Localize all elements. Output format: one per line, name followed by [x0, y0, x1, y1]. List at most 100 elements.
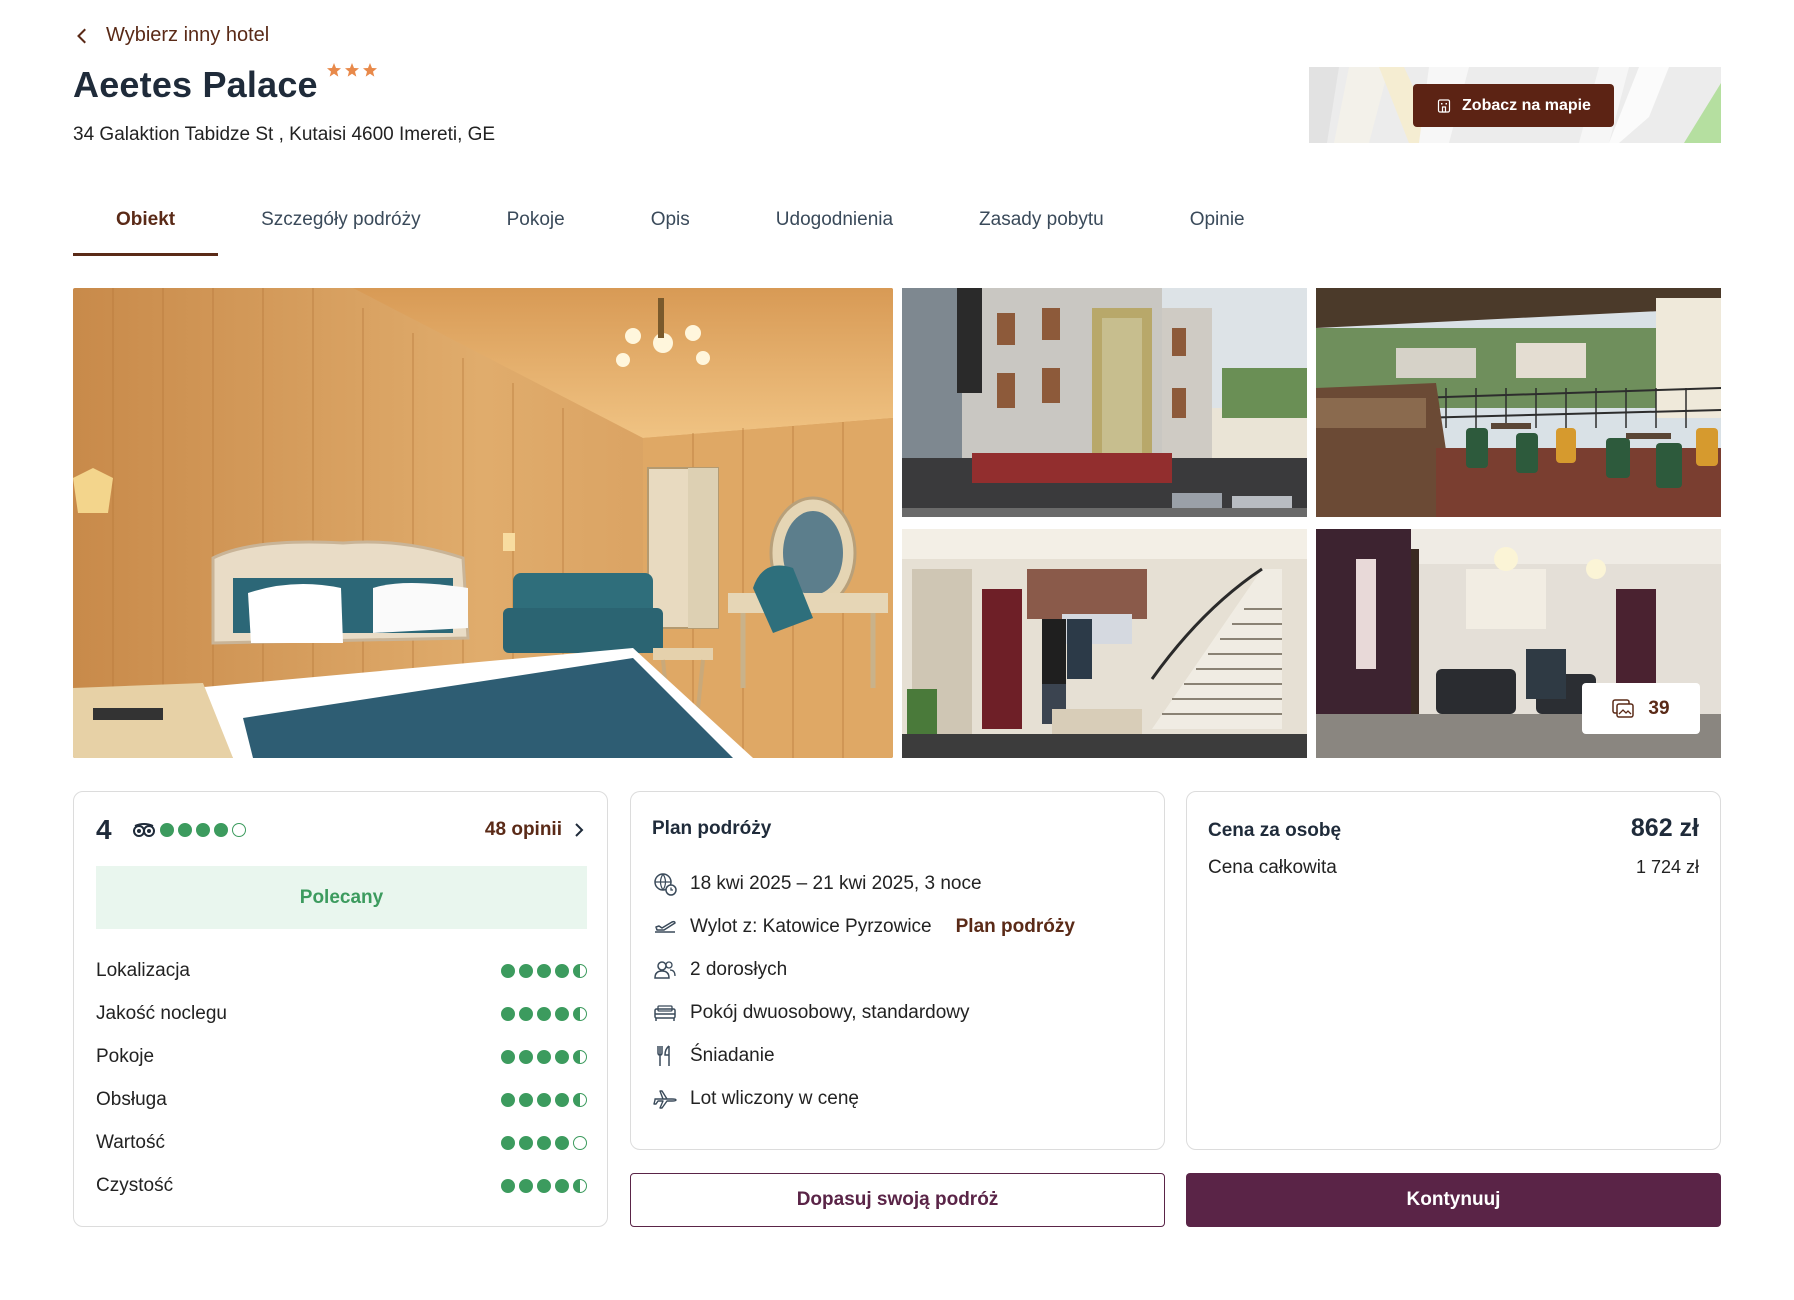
- tab-udogodnienia[interactable]: Udogodnienia: [733, 196, 936, 256]
- rating-dot: [519, 963, 533, 978]
- tripadvisor-owl-icon: [133, 823, 155, 837]
- tab-pokoje[interactable]: Pokoje: [464, 196, 608, 256]
- rating-category-label: Czystość: [96, 1174, 174, 1196]
- rating-row: Czystość: [96, 1164, 587, 1207]
- tab-zasady-pobytu[interactable]: Zasady pobytu: [936, 196, 1147, 256]
- tab-szczegoly-podrozy[interactable]: Szczegóły podróży: [218, 196, 463, 256]
- hotel-exterior-image: [902, 288, 1307, 517]
- rating-category-dots: [501, 1092, 587, 1107]
- calendar-globe-icon: [654, 872, 677, 896]
- bed-icon: [654, 1004, 676, 1021]
- price-per-person-label: Cena za osobę: [1208, 820, 1342, 841]
- recommended-badge: Polecany: [96, 866, 587, 929]
- plan-dates: 18 kwi 2025 – 21 kwi 2025, 3 noce: [690, 872, 982, 894]
- rating-dot: [555, 1178, 569, 1193]
- rating-dot: [537, 1178, 551, 1193]
- plan-item-board: Śniadanie: [652, 1034, 1075, 1077]
- rating-categories: Lokalizacja Jakość noclegu Pokoje Obsługa Wa…: [96, 949, 587, 1207]
- rating-row: Obsługa: [96, 1078, 587, 1121]
- rating-dot: [501, 963, 515, 978]
- rating-dot: [519, 1049, 533, 1064]
- rating-summary: 4 48 opinii: [96, 814, 586, 846]
- plan-list: 18 kwi 2025 – 21 kwi 2025, 3 noce Wylot …: [652, 862, 1075, 1120]
- star-icon: [326, 63, 341, 77]
- cutlery-icon: [657, 1044, 670, 1066]
- rating-dot: [214, 823, 228, 837]
- rating-dot: [232, 823, 246, 837]
- rating-category-dots: [501, 1049, 587, 1064]
- rating-dot: [555, 1135, 569, 1150]
- plan-item-room: Pokój dwuosobowy, standardowy: [652, 991, 1075, 1034]
- back-link-label: Wybierz inny hotel: [106, 24, 270, 46]
- rating-dot: [573, 1092, 587, 1107]
- rating-dot: [501, 1092, 515, 1107]
- plane-icon: [653, 1089, 677, 1109]
- rating-dot: [573, 963, 587, 978]
- building-icon: [1437, 98, 1451, 113]
- photo-count-button[interactable]: 39: [1582, 683, 1700, 734]
- rating-dot: [573, 1135, 587, 1150]
- main-photo-bedroom[interactable]: [73, 288, 893, 758]
- rating-dot: [501, 1049, 515, 1064]
- tab-obiekt[interactable]: Obiekt: [73, 196, 219, 256]
- rating-dot: [519, 1092, 533, 1107]
- trip-plan-card: Plan podróży 18 kwi 2025 – 21 kwi 2025, …: [630, 791, 1165, 1150]
- plan-flight-included: Lot wliczony w cenę: [690, 1087, 859, 1109]
- hotel-title-row: Aeetes Palace: [73, 63, 378, 106]
- tab-opis[interactable]: Opis: [608, 196, 733, 256]
- rating-category-dots: [501, 1006, 587, 1021]
- rating-row: Wartość: [96, 1121, 587, 1164]
- photo-exterior[interactable]: [902, 288, 1307, 517]
- rating-dot: [501, 1178, 515, 1193]
- plan-item-flight: Lot wliczony w cenę: [652, 1077, 1075, 1120]
- price-total-row: Cena całkowita 1 724 zł: [1208, 857, 1699, 879]
- chevron-right-icon: [575, 823, 584, 837]
- rating-category-dots: [501, 963, 587, 978]
- rating-category-label: Pokoje: [96, 1045, 155, 1067]
- rating-dot: [501, 1006, 515, 1021]
- rating-category-label: Wartość: [96, 1131, 165, 1153]
- photo-terrace[interactable]: [1316, 288, 1721, 517]
- rating-dot: [537, 1006, 551, 1021]
- photo-lobby[interactable]: 39: [1316, 529, 1721, 758]
- rating-dot: [537, 963, 551, 978]
- plan-item-dates: 18 kwi 2025 – 21 kwi 2025, 3 noce: [652, 862, 1075, 905]
- map-button[interactable]: Zobacz na mapie: [1413, 84, 1614, 127]
- images-icon: [1612, 698, 1635, 718]
- plan-guests: 2 dorosłych: [690, 958, 788, 980]
- map-preview[interactable]: Zobacz na mapie: [1309, 67, 1721, 143]
- rating-category-label: Lokalizacja: [96, 959, 190, 981]
- plan-details-link[interactable]: Plan podróży: [956, 916, 1075, 938]
- star-icon: [362, 63, 377, 77]
- price-per-person-row: Cena za osobę 862 zł: [1208, 814, 1699, 843]
- reviews-link[interactable]: 48 opinii: [485, 819, 586, 841]
- customize-trip-button[interactable]: Dopasuj swoją podróż: [630, 1173, 1165, 1227]
- continue-button[interactable]: Kontynuuj: [1186, 1173, 1721, 1227]
- rating-dot: [537, 1092, 551, 1107]
- price-card: Cena za osobę 862 zł Cena całkowita 1 72…: [1186, 791, 1721, 1150]
- photo-gallery: 39: [73, 288, 1721, 758]
- rating-dot: [519, 1135, 533, 1150]
- price-total-value: 1 724 zł: [1635, 857, 1699, 877]
- photo-reception[interactable]: [902, 529, 1307, 758]
- rating-dot: [573, 1049, 587, 1064]
- plane-departure-icon: [655, 920, 676, 933]
- rating-category-dots: [501, 1135, 587, 1150]
- back-link[interactable]: Wybierz inny hotel: [74, 24, 269, 47]
- price-total-label: Cena całkowita: [1208, 857, 1337, 878]
- star-icon: [344, 63, 359, 77]
- rating-score: 4: [96, 814, 112, 845]
- people-icon: [654, 960, 676, 979]
- rating-card: 4 48 opinii Polecany Lokalizacja Jakość n…: [73, 791, 608, 1227]
- tab-opinie[interactable]: Opinie: [1147, 196, 1288, 256]
- rating-dot: [573, 1178, 587, 1193]
- plan-room: Pokój dwuosobowy, standardowy: [690, 1001, 970, 1023]
- rating-dot: [573, 1006, 587, 1021]
- hotel-name: Aeetes Palace: [73, 64, 318, 105]
- rating-category-label: Jakość noclegu: [96, 1002, 227, 1024]
- rating-dot: [196, 823, 210, 837]
- price-per-person-value: 862 zł: [1630, 814, 1699, 842]
- rating-dot: [555, 1006, 569, 1021]
- plan-departure: Wylot z: Katowice Pyrzowice: [690, 915, 932, 937]
- rating-dot: [537, 1049, 551, 1064]
